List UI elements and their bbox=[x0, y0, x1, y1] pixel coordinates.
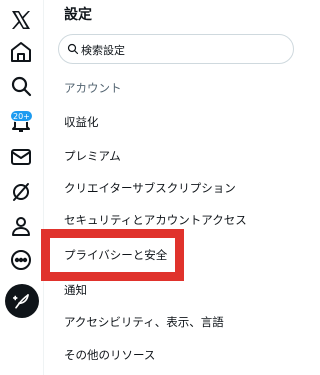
menu-item-premium[interactable]: プレミアム bbox=[64, 148, 121, 164]
more-icon[interactable] bbox=[9, 248, 33, 272]
notifications-badge: 20+ bbox=[10, 110, 33, 122]
post-icon bbox=[13, 294, 29, 309]
nav-rail: 20+ bbox=[0, 0, 44, 375]
menu-item-account[interactable]: アカウント bbox=[64, 80, 122, 96]
settings-search[interactable]: 検索設定 bbox=[58, 34, 294, 64]
search-icon[interactable] bbox=[9, 74, 33, 98]
menu-item-resources[interactable]: その他のリソース bbox=[64, 347, 155, 363]
home-icon[interactable] bbox=[9, 40, 33, 64]
profile-icon[interactable] bbox=[9, 214, 33, 238]
menu-item-notifications[interactable]: 通知 bbox=[64, 282, 87, 298]
menu-item-monetization[interactable]: 収益化 bbox=[64, 114, 99, 130]
menu-item-accessibility[interactable]: アクセシビリティ、表示、言語 bbox=[64, 314, 224, 330]
search-placeholder: 検索設定 bbox=[81, 44, 125, 57]
x-logo-icon[interactable] bbox=[9, 8, 33, 32]
page-title: 設定 bbox=[64, 7, 92, 23]
post-button[interactable] bbox=[5, 284, 39, 318]
settings-panel: 設定 検索設定 アカウント 収益化 プレミアム クリエイターサブスクリプション … bbox=[45, 0, 294, 375]
menu-item-security[interactable]: セキュリティとアカウントアクセス bbox=[64, 212, 247, 228]
messages-icon[interactable] bbox=[9, 145, 33, 169]
grok-icon[interactable] bbox=[9, 180, 33, 204]
menu-item-creator-subscriptions[interactable]: クリエイターサブスクリプション bbox=[64, 180, 236, 196]
search-icon bbox=[67, 43, 79, 55]
highlight-box bbox=[41, 229, 184, 281]
